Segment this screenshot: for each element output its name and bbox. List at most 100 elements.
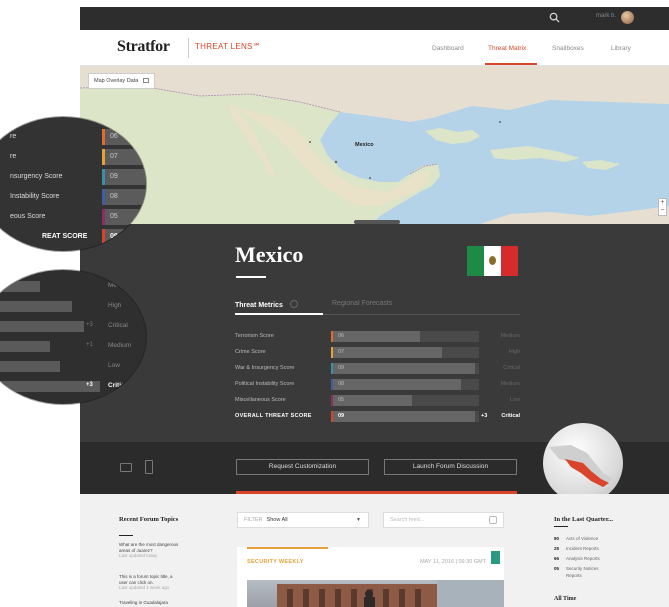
metric-row[interactable]: Political Instability Score 08 Medium — [235, 379, 520, 391]
nav-dashboard[interactable]: Dashboard — [432, 45, 464, 52]
metric-row[interactable]: OVERALL THREAT SCORE 09 +3 Critical — [235, 411, 520, 423]
avatar[interactable] — [621, 11, 634, 24]
metric-score: 08 — [338, 381, 345, 387]
card-date: MAY 11, 2016 | 09:30 GMT — [420, 559, 486, 565]
metric-row[interactable]: Miscellaneous Score 05 Low — [235, 395, 520, 407]
forum-topic-updated: Last updated today — [119, 553, 158, 558]
nav-active-indicator — [485, 63, 537, 65]
lens-color-indicator — [102, 169, 105, 185]
globe-map — [549, 445, 615, 499]
metric-label: Miscellaneous Score — [235, 397, 286, 403]
nav-snailboxes[interactable]: Snailboxes — [552, 45, 584, 52]
stat-count: 66 — [554, 556, 560, 561]
zoom-out-button[interactable]: − — [659, 207, 666, 215]
search-input[interactable]: Search feed... — [383, 512, 504, 528]
top-bar: mark b. — [80, 7, 669, 30]
lens-color-indicator — [102, 189, 105, 205]
lens-color-indicator — [102, 149, 105, 165]
bookmark-icon[interactable] — [491, 551, 500, 564]
card-accent-rule — [247, 547, 328, 549]
lens-delta: +3 — [86, 382, 93, 388]
search-icon[interactable] — [489, 516, 497, 524]
stat-label: Analysis Reports — [566, 556, 600, 561]
flag-stripe-green — [467, 246, 484, 276]
metric-row[interactable]: War & Insurgency Score 09 Critical — [235, 363, 520, 375]
lens-score-box — [102, 169, 146, 185]
quarter-stat-row[interactable]: 80 Acts of Violence — [554, 536, 598, 541]
tab-active-indicator — [235, 313, 323, 315]
article-card[interactable]: SECURITY WEEKLY MAY 11, 2016 | 09:30 GMT — [237, 547, 504, 607]
metric-delta: +3 — [481, 413, 488, 419]
lens-score-value: 08 — [110, 193, 118, 200]
metric-label: Terrorism Score — [235, 333, 274, 339]
lens-score-box — [102, 189, 146, 205]
mobile-icon[interactable] — [145, 460, 153, 474]
user-name[interactable]: mark b. — [596, 13, 616, 19]
mexico-flag-icon — [467, 246, 518, 276]
lens-delta: +3 — [86, 322, 93, 328]
print-icon[interactable] — [120, 463, 132, 472]
country-panel: Mexico Threat Metrics Regional Forecasts… — [80, 224, 669, 442]
map-canvas — [80, 66, 669, 224]
all-time-title: All Time — [554, 596, 577, 602]
zoom-control[interactable]: + − — [658, 198, 667, 216]
lens-risk-level: Low — [108, 362, 120, 369]
metric-label: Crime Score — [235, 349, 266, 355]
lens-risk-bar — [0, 381, 100, 392]
forum-topic-title: This is a forum topic title, a user can … — [119, 574, 173, 585]
map[interactable]: Map Overlay Data Mexico + − — [80, 66, 669, 224]
lens-risk-bar — [0, 301, 72, 312]
header: Stratfor THREAT LENS℠ Dashboard Threat M… — [80, 30, 669, 66]
stat-count: 25 — [554, 546, 560, 551]
metric-score: 07 — [338, 349, 345, 355]
chevron-down-icon: ▼ — [356, 517, 361, 523]
quarter-stat-row[interactable]: 05 Security Notices — [554, 566, 599, 571]
lens-score-label: REAT SCORE — [42, 233, 88, 240]
quarter-stat-row[interactable]: 25 Incident Reports — [554, 546, 599, 551]
nav-threat-matrix[interactable]: Threat Matrix — [488, 45, 526, 52]
stratfor-logo[interactable]: Stratfor — [117, 38, 170, 56]
metric-score: 05 — [338, 397, 345, 403]
launch-forum-discussion-button[interactable]: Launch Forum Discussion — [384, 459, 517, 475]
filter-bar: FILTER Show All ▼ Search feed... — [237, 512, 504, 528]
tab-threat-metrics[interactable]: Threat Metrics — [235, 300, 298, 309]
metric-row[interactable]: Crime Score 07 High — [235, 347, 520, 359]
lens-risk-bar — [0, 341, 50, 352]
lens-score-label: Instability Score — [10, 193, 60, 200]
metric-color-indicator — [331, 379, 333, 390]
zoom-in-button[interactable]: + — [659, 199, 666, 207]
metric-risk-level: Low — [509, 397, 520, 403]
filter-select[interactable]: FILTER Show All ▼ — [237, 512, 369, 528]
forum-topic-item[interactable]: This is a forum topic title, a user can … — [119, 574, 181, 591]
info-icon[interactable] — [289, 300, 298, 308]
map-overlay-data-button[interactable]: Map Overlay Data — [88, 73, 155, 89]
metric-color-indicator — [331, 363, 333, 374]
nav-library[interactable]: Library — [611, 45, 631, 52]
quarter-stat-row[interactable]: 66 Analysis Reports — [554, 556, 600, 561]
forum-topic-item[interactable]: Traveling in Guadalajara — [119, 600, 181, 606]
lens-risk-level: Med — [108, 282, 121, 289]
lens-risk-row: Low — [0, 358, 146, 374]
lens-score-row: REAT SCORE 09 — [0, 229, 146, 245]
metric-risk-level: Medium — [500, 333, 520, 339]
country-title: Mexico — [235, 242, 304, 267]
metric-row[interactable]: Terrorism Score 06 Medium — [235, 331, 520, 343]
forum-topic-item[interactable]: What are the most dangerous areas of Jua… — [119, 542, 181, 559]
metric-color-indicator — [331, 331, 333, 342]
zoom-lens-scores: re 06 re 07 nsurgency Score 09 Instability Sco… — [0, 117, 146, 251]
lens-risk-level: High — [108, 302, 122, 309]
metric-bar — [331, 347, 442, 358]
request-customization-button[interactable]: Request Customization — [236, 459, 369, 475]
lens-score-row: re 07 — [0, 149, 146, 165]
lens-score-value: 05 — [110, 213, 118, 220]
quarter-section-title: In the Last Quarter... — [554, 516, 613, 523]
tab-regional-forecasts[interactable]: Regional Forecasts — [332, 300, 392, 307]
metric-bar — [331, 363, 475, 374]
metric-bar — [331, 331, 420, 342]
lens-score-row: re 06 — [0, 129, 146, 145]
lens-risk-row: +3 Critic — [0, 378, 146, 394]
metric-label: OVERALL THREAT SCORE — [235, 413, 312, 419]
search-icon[interactable] — [549, 12, 560, 23]
search-placeholder: Search feed... — [390, 517, 425, 523]
lens-risk-bar — [0, 361, 60, 372]
